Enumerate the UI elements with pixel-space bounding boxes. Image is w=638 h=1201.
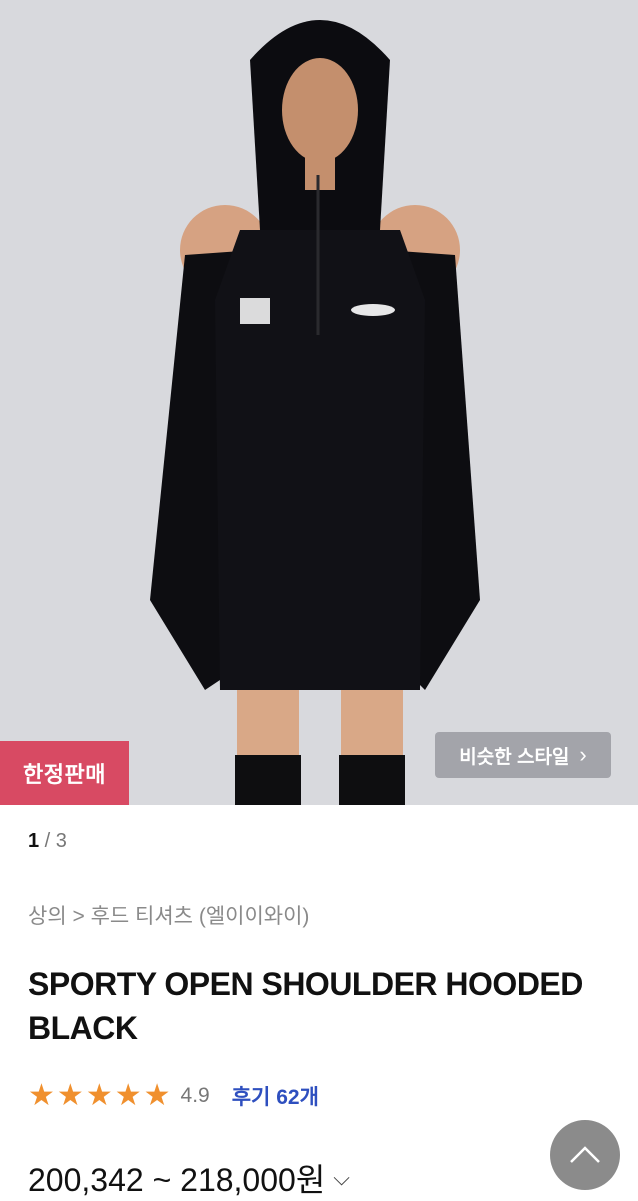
similar-style-button[interactable]: 비슷한 스타일 ›	[435, 732, 611, 778]
chevron-down-icon: ⌵	[333, 1165, 350, 1190]
image-pager: 1 / 3	[28, 830, 67, 853]
breadcrumb[interactable]: 상의 > 후드 티셔츠 (엘이이와이)	[28, 900, 309, 930]
star-icon: ★	[143, 1079, 171, 1112]
similar-style-label: 비슷한 스타일	[459, 746, 570, 768]
chevron-right-icon: ›	[579, 742, 587, 767]
rating-score: 4.9	[180, 1084, 210, 1107]
reviews-link[interactable]: 후기 62개	[232, 1081, 319, 1111]
star-rating: ★ ★ ★ ★ ★	[28, 1080, 171, 1112]
product-photo	[0, 0, 638, 805]
scroll-to-top-button[interactable]	[550, 1120, 620, 1190]
pager-total: 3	[55, 830, 67, 852]
pager-current: 1	[28, 830, 40, 852]
product-image-carousel[interactable]: 한정판매 비슷한 스타일 ›	[0, 0, 638, 805]
price-range[interactable]: 200,342 ~ 218,000원 ⌵	[28, 1155, 350, 1201]
price-range-text: 200,342 ~ 218,000원	[28, 1162, 326, 1198]
limited-sale-badge: 한정판매	[0, 741, 129, 805]
rating-row: ★ ★ ★ ★ ★ 4.9 후기 62개	[28, 1080, 319, 1112]
pager-separator: /	[39, 830, 56, 852]
star-icon: ★	[85, 1079, 113, 1112]
star-icon: ★	[114, 1079, 142, 1112]
chevron-up-icon	[570, 1146, 600, 1163]
star-icon: ★	[56, 1079, 84, 1112]
star-icon: ★	[28, 1079, 55, 1112]
product-title: SPORTY OPEN SHOULDER HOODED BLACK	[28, 966, 583, 1046]
